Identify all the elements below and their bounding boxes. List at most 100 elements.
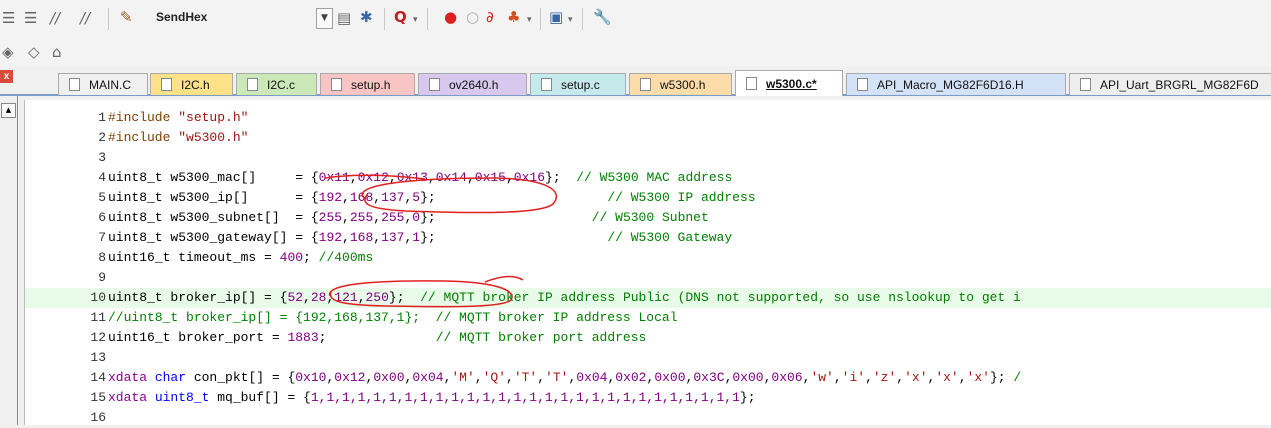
close-panel-icon[interactable]: x [0, 70, 13, 83]
code-token: // W5300 IP address [607, 190, 756, 205]
tab-setup-h[interactable]: setup.h [320, 73, 415, 95]
breakpoint-dropdown-icon[interactable]: ▾ [527, 11, 532, 29]
target-combo-value[interactable]: SendHex [156, 10, 207, 24]
code-token: , [373, 190, 382, 205]
code-token: 1,1,1,1,1,1,1,1,1,1,1,1,1,1,1,1,1,1,1,1,… [310, 390, 740, 405]
code-token: "setup.h" [178, 110, 249, 125]
code-token: 0x04 [576, 370, 608, 385]
code-token: 0x12 [357, 170, 389, 185]
code-token: }; [739, 390, 756, 405]
tab-api-macro[interactable]: API_Macro_MG82F6D16.H [846, 73, 1066, 95]
settings-icon[interactable]: 🔧 [593, 8, 612, 26]
code-token: 'Q' [482, 370, 506, 385]
tab-main-c[interactable]: MAIN.C [58, 73, 148, 95]
line-number: 3 [98, 150, 106, 165]
debug-dropdown-icon[interactable]: ▾ [413, 11, 418, 29]
tab-i2c-h[interactable]: I2C.h [150, 73, 233, 95]
outdent-icon[interactable]: ☰ [24, 9, 37, 27]
line-number: 13 [90, 350, 106, 365]
tab-api-uart[interactable]: API_Uart_BRGRL_MG82F6D [1069, 73, 1271, 95]
code-token: // W5300 MAC address [576, 170, 733, 185]
code-token: //uint8_t broker_ip[] = {192,168,137,1};… [108, 310, 678, 325]
code-line[interactable]: uint8_t w5300_ip[] = {192,168,137,5}; //… [108, 188, 756, 208]
code-line[interactable]: xdata uint8_t mq_buf[] = {1,1,1,1,1,1,1,… [108, 388, 756, 408]
code-line[interactable]: uint16_t timeout_ms = 400; //400ms [108, 248, 373, 268]
code-token: , [833, 370, 842, 385]
line-number: 6 [98, 210, 106, 225]
line-number: 4 [98, 170, 106, 185]
code-token: ; [318, 330, 436, 345]
code-editor[interactable]: 1 #include "setup.h" 2 #include "w5300.h" 3 4… [24, 100, 1271, 425]
line-number: 14 [90, 370, 106, 385]
code-line[interactable]: #include "setup.h" [108, 108, 248, 128]
find-in-files-icon[interactable]: ▤ [337, 9, 351, 27]
code-token: #include [108, 110, 179, 125]
code-line[interactable]: uint8_t w5300_mac[] = {0x11,0x12,0x13,0x… [108, 168, 732, 188]
comment-icon[interactable]: // [50, 9, 60, 27]
code-token: , [342, 230, 350, 245]
tab-w5300-c[interactable]: w5300.c* [735, 70, 843, 96]
breakpoint-kill-icon[interactable]: ∂ [486, 8, 494, 26]
line-number: 12 [90, 330, 106, 345]
code-token: 'T' [545, 370, 569, 385]
code-line[interactable]: uint8_t w5300_subnet[] = {255,255,255,0}… [108, 208, 709, 228]
code-token: 52 [287, 290, 304, 305]
breakpoint-disable-icon[interactable]: ○ [466, 8, 479, 26]
code-token: uint8_t broker_ip[] = { [108, 290, 288, 305]
line-number: 1 [98, 110, 106, 125]
code-token: 'M' [451, 370, 475, 385]
code-token: 0x04 [412, 370, 444, 385]
replace-icon[interactable]: ✱ [360, 8, 373, 26]
code-line[interactable]: uint8_t w5300_gateway[] = {192,168,137,1… [108, 228, 732, 248]
uncomment-icon[interactable]: // [80, 9, 90, 27]
breakpoint-icon[interactable]: ● [444, 8, 457, 26]
code-line[interactable]: //uint8_t broker_ip[] = {192,168,137,1};… [108, 308, 678, 328]
code-token: 'i' [841, 370, 866, 385]
code-token: , [466, 170, 475, 185]
bookmark-next-icon[interactable]: ⌂ [52, 43, 62, 61]
code-token: // W5300 Subnet [591, 210, 709, 225]
debug-icon[interactable]: Q [394, 8, 407, 26]
code-token: , [303, 290, 311, 305]
code-token: 1883 [287, 330, 319, 345]
tab-w5300-h[interactable]: w5300.h [629, 73, 732, 95]
code-token: , [342, 210, 350, 225]
code-line[interactable]: #include "w5300.h" [108, 128, 248, 148]
code-token: 137 [381, 190, 405, 205]
code-token: , [427, 170, 436, 185]
code-line[interactable]: uint16_t broker_port = 1883; // MQTT bro… [108, 328, 646, 348]
breakpoint-all-icon[interactable]: ♣ [507, 8, 520, 26]
code-token: char [154, 370, 187, 385]
code-token: 255 [381, 210, 405, 225]
code-token: 255 [318, 210, 343, 225]
wizard-icon[interactable]: ✎ [120, 8, 133, 26]
code-token: 1 [412, 230, 421, 245]
window-dropdown-icon[interactable]: ▾ [568, 11, 573, 29]
line-number: 2 [98, 130, 106, 145]
scroll-up-icon[interactable]: ▲ [1, 103, 16, 118]
indent-icon[interactable]: ☰ [2, 9, 15, 27]
line-number: 9 [98, 270, 106, 285]
bookmark-prev-icon[interactable]: ◇ [28, 43, 40, 61]
code-token: 400 [279, 250, 304, 265]
code-token: mq_buf[] = { [209, 390, 311, 405]
line-number: 7 [98, 230, 106, 245]
tab-ov2640-h[interactable]: ov2640.h [418, 73, 527, 95]
code-token: 'w' [810, 370, 834, 385]
tab-setup-c[interactable]: setup.c [530, 73, 626, 95]
window-icon[interactable]: ▣ [549, 8, 563, 26]
tab-i2c-c[interactable]: I2C.c [236, 73, 317, 95]
code-token: }; [420, 210, 592, 225]
code-line[interactable]: uint8_t broker_ip[] = {52,28,121,250}; /… [108, 288, 1021, 308]
combo-dropdown-icon[interactable]: ▼ [316, 8, 333, 29]
code-token: uint8_t w5300_mac[] = { [108, 170, 319, 185]
code-token: uint16_t broker_port = [108, 330, 288, 345]
code-token: xdata [108, 390, 155, 405]
code-token: }; [989, 370, 1014, 385]
code-token: 5 [412, 190, 421, 205]
bookmark-toolbar: ◈ ◇ ⌂ [0, 37, 1271, 67]
bookmark-icon[interactable]: ◈ [2, 43, 14, 61]
code-token: , [958, 370, 967, 385]
code-token: uint8_t w5300_ip[] = { [108, 190, 319, 205]
code-line[interactable]: xdata char con_pkt[] = {0x10, 0x12, 0x00, 0… [108, 368, 1021, 388]
